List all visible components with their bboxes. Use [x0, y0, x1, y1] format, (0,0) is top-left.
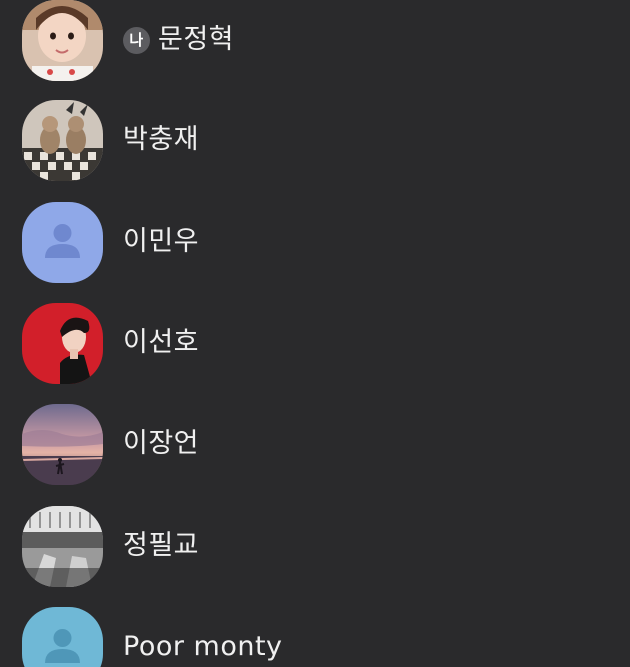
- profile-photo-icon: [22, 404, 103, 485]
- avatar[interactable]: [22, 404, 103, 485]
- friend-name-text: 문정혁: [158, 24, 235, 55]
- friend-name: 나 문정혁: [123, 0, 234, 91]
- avatar[interactable]: [22, 607, 103, 667]
- friend-row-me[interactable]: 나 문정혁: [0, 0, 630, 91]
- friend-row[interactable]: 이민우: [0, 191, 630, 293]
- friend-name: 박충재: [123, 124, 200, 155]
- friend-row[interactable]: 정필교: [0, 495, 630, 597]
- default-person-icon: [45, 629, 80, 663]
- friend-name: 정필교: [123, 530, 200, 561]
- me-badge: 나: [123, 27, 150, 54]
- friend-row[interactable]: 박충재: [0, 89, 630, 191]
- default-person-icon: [45, 224, 80, 258]
- friend-name: Poor monty: [123, 631, 283, 662]
- profile-photo-icon: [22, 100, 103, 181]
- profile-photo-icon: [22, 0, 103, 81]
- avatar[interactable]: [22, 506, 103, 587]
- avatar[interactable]: [22, 100, 103, 181]
- avatar[interactable]: [22, 303, 103, 384]
- profile-photo-icon: [22, 506, 103, 587]
- avatar[interactable]: [22, 0, 103, 81]
- friend-row[interactable]: Poor monty: [0, 596, 630, 667]
- profile-photo-icon: [22, 303, 103, 384]
- friend-name: 이민우: [123, 226, 200, 257]
- friend-name: 이장언: [123, 428, 200, 459]
- avatar[interactable]: [22, 202, 103, 283]
- friend-row[interactable]: 이선호: [0, 292, 630, 394]
- friend-row[interactable]: 이장언: [0, 393, 630, 495]
- friend-name: 이선호: [123, 327, 200, 358]
- friend-list: 나 문정혁 박충재 이민우 이선호 이장언 정필교 Poor monty: [0, 0, 630, 667]
